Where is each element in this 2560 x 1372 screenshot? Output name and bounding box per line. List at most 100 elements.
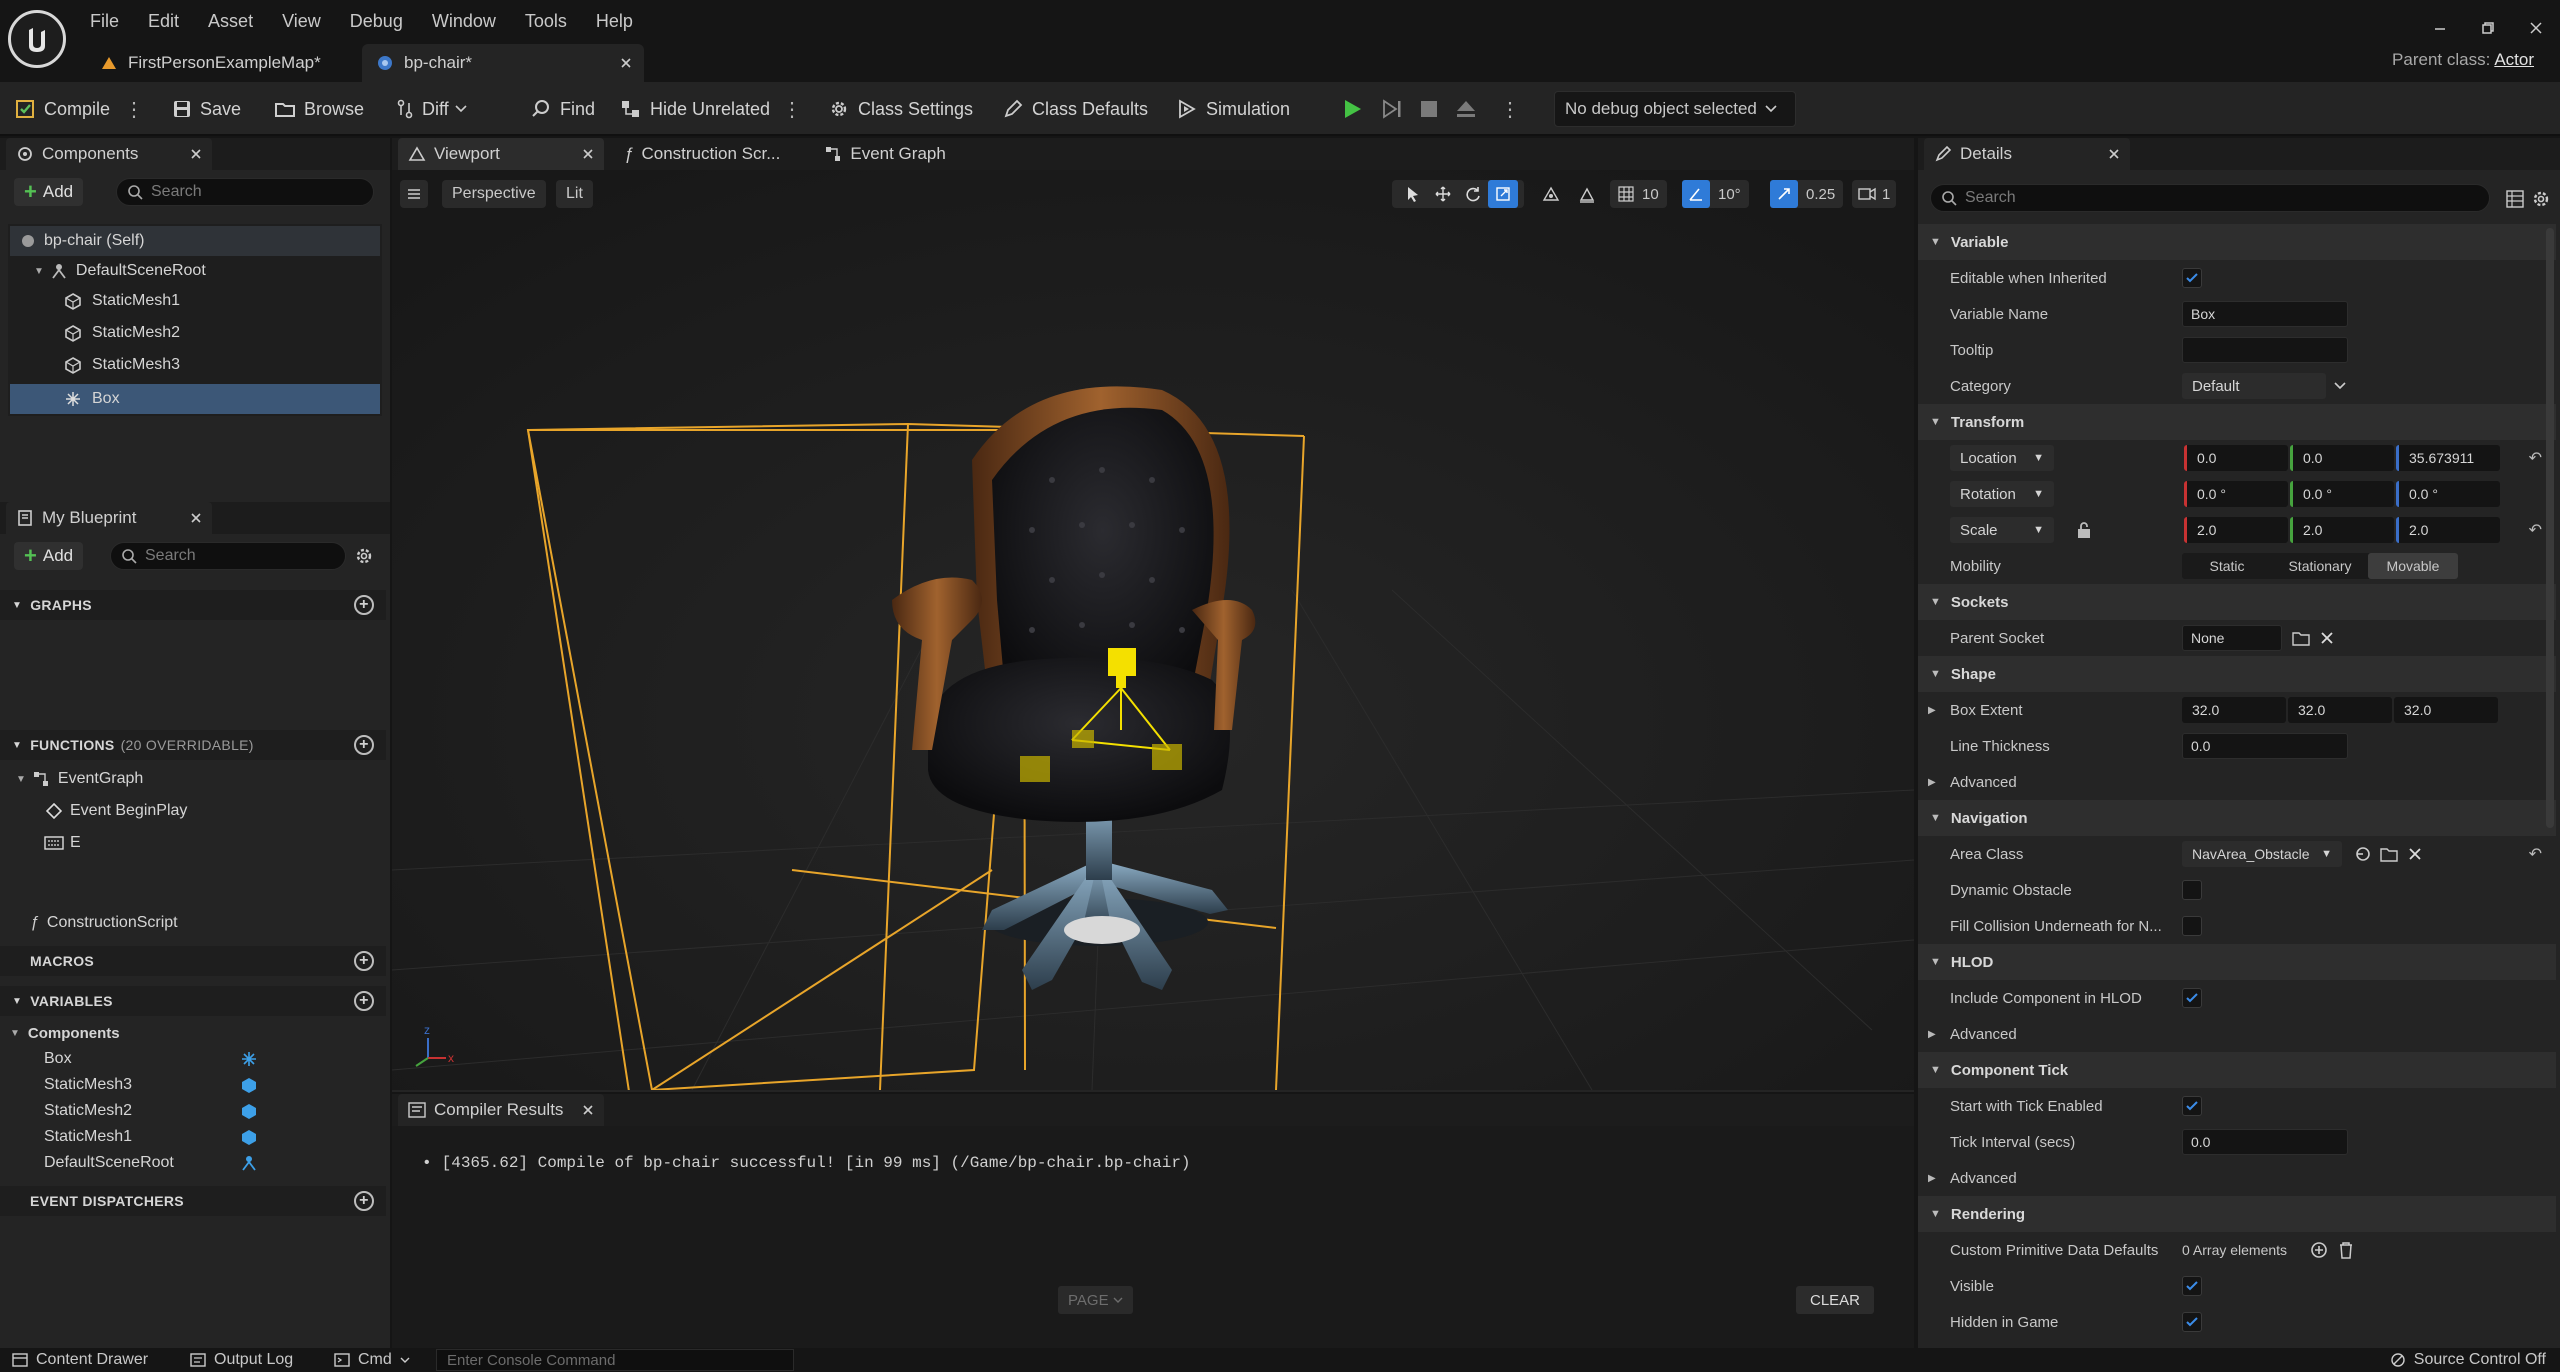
add-component-button[interactable]: + Add xyxy=(14,178,84,206)
rotate-tool-icon[interactable] xyxy=(1458,186,1488,202)
lock-icon[interactable] xyxy=(2076,521,2092,539)
step-button[interactable] xyxy=(1380,95,1412,123)
add-element-icon[interactable] xyxy=(2310,1241,2328,1259)
add-macro-icon[interactable]: + xyxy=(354,951,374,971)
play-button[interactable] xyxy=(1340,95,1372,123)
tree-item-self[interactable]: bp-chair (Self) xyxy=(20,226,144,256)
mobility-movable[interactable]: Movable xyxy=(2368,553,2458,579)
rotation-snap-button[interactable]: 10° xyxy=(1682,180,1749,208)
menu-view[interactable]: View xyxy=(282,11,321,32)
class-settings-button[interactable]: Class Settings xyxy=(828,95,973,123)
find-button[interactable]: Find xyxy=(530,95,595,123)
world-local-icon[interactable] xyxy=(1542,186,1560,204)
close-panel-icon[interactable] xyxy=(190,148,202,160)
category-sockets[interactable]: ▼ Sockets xyxy=(1918,584,2556,620)
visible-checkbox[interactable] xyxy=(2182,1276,2202,1296)
close-tab-icon[interactable] xyxy=(620,57,632,69)
section-macros[interactable]: MACROS + xyxy=(0,946,386,976)
menu-edit[interactable]: Edit xyxy=(148,11,179,32)
content-drawer-button[interactable]: Content Drawer xyxy=(12,1348,148,1372)
parent-class-link[interactable]: Actor xyxy=(2494,50,2534,69)
unreal-logo[interactable] xyxy=(8,10,66,68)
simulation-button[interactable]: Simulation xyxy=(1176,95,1290,123)
hide-unrelated-button[interactable]: Hide Unrelated xyxy=(620,95,770,123)
save-button[interactable]: Save xyxy=(172,95,241,123)
reset-arrow-icon[interactable]: ↶ xyxy=(2529,520,2542,540)
clear-button[interactable]: CLEAR xyxy=(1796,1286,1875,1314)
select-tool-icon[interactable] xyxy=(1398,186,1428,202)
clear-x-icon[interactable] xyxy=(2320,631,2334,645)
browse-asset-icon[interactable] xyxy=(2380,846,2398,862)
my-blueprint-search-input[interactable]: Search xyxy=(110,542,346,570)
row-hlod-advanced[interactable]: ▶ Advanced xyxy=(1918,1016,2556,1052)
cmd-button[interactable]: Cmd xyxy=(334,1348,410,1372)
tick-interval-input[interactable]: 0.0 xyxy=(2182,1129,2348,1155)
category-transform[interactable]: ▼ Transform xyxy=(1918,404,2556,440)
class-defaults-button[interactable]: Class Defaults xyxy=(1002,95,1148,123)
tree-item-static-mesh-2[interactable]: StaticMesh2 xyxy=(64,318,180,348)
details-tab[interactable]: Details xyxy=(1924,138,2130,170)
add-variable-icon[interactable]: + xyxy=(354,991,374,1011)
surface-snap-icon[interactable] xyxy=(1578,186,1596,204)
settings-gear-icon[interactable] xyxy=(354,546,374,566)
section-event-dispatchers[interactable]: EVENT DISPATCHERS + xyxy=(0,1186,386,1216)
browse-socket-icon[interactable] xyxy=(2292,630,2310,646)
console-command-input[interactable]: Enter Console Command xyxy=(436,1349,794,1371)
details-scrollbar[interactable] xyxy=(2546,228,2554,828)
location-x-input[interactable]: 0.0 xyxy=(2184,445,2288,471)
tab-viewport[interactable]: Viewport xyxy=(398,138,604,170)
category-hlod[interactable]: ▼ HLOD xyxy=(1918,944,2556,980)
translate-tool-icon[interactable] xyxy=(1428,186,1458,202)
category-dropdown[interactable]: Default xyxy=(2182,373,2326,399)
scale-tool-icon[interactable] xyxy=(1488,180,1518,208)
restore-icon[interactable] xyxy=(2464,8,2512,48)
add-graph-icon[interactable]: + xyxy=(354,595,374,615)
compile-button[interactable]: Compile xyxy=(14,95,110,123)
tree-item-static-mesh-1[interactable]: StaticMesh1 xyxy=(64,286,180,316)
menu-asset[interactable]: Asset xyxy=(208,11,253,32)
camera-speed-button[interactable]: 1 xyxy=(1852,180,1897,208)
chevron-down-icon[interactable] xyxy=(2334,382,2346,390)
browse-button[interactable]: Browse xyxy=(274,95,364,123)
close-tab-icon[interactable] xyxy=(582,148,594,160)
section-variables[interactable]: ▼ VARIABLES + xyxy=(0,986,386,1016)
graph-event-graph[interactable]: ▼ EventGraph xyxy=(16,764,143,794)
menu-help[interactable]: Help xyxy=(596,11,633,32)
tree-item-default-scene-root[interactable]: ▼ DefaultSceneRoot xyxy=(34,256,206,286)
category-variable[interactable]: ▼ Variable xyxy=(1918,224,2556,260)
viewport-canvas[interactable]: x z Perspective Lit 10 10° 0.25 1 xyxy=(392,170,1914,1090)
tab-event-graph[interactable]: Event Graph xyxy=(814,138,955,170)
scale-y-input[interactable]: 2.0 xyxy=(2290,517,2394,543)
reset-arrow-icon[interactable]: ↶ xyxy=(2529,844,2542,864)
category-component-tick[interactable]: ▼ Component Tick xyxy=(1918,1052,2556,1088)
rotation-x-input[interactable]: 0.0 ° xyxy=(2184,481,2288,507)
variable-default-scene-root[interactable]: DefaultSceneRoot xyxy=(44,1148,264,1178)
close-window-icon[interactable] xyxy=(2512,8,2560,48)
grid-snap-button[interactable]: 10 xyxy=(1610,180,1667,208)
category-rendering[interactable]: ▼ Rendering xyxy=(1918,1196,2556,1232)
tab-first-person-map[interactable]: FirstPersonExampleMap* xyxy=(86,44,335,82)
parent-socket-input[interactable]: None xyxy=(2182,625,2282,651)
reset-arrow-icon[interactable]: ↶ xyxy=(2529,448,2542,468)
expand-arrow-icon[interactable]: ▶ xyxy=(1928,705,1936,716)
menu-file[interactable]: File xyxy=(90,11,119,32)
location-y-input[interactable]: 0.0 xyxy=(2290,445,2394,471)
fill-collision-checkbox[interactable] xyxy=(2182,916,2202,936)
minimize-icon[interactable] xyxy=(2416,8,2464,48)
lit-button[interactable]: Lit xyxy=(556,180,593,208)
rotation-y-input[interactable]: 0.0 ° xyxy=(2290,481,2394,507)
details-search-input[interactable]: Search xyxy=(1930,184,2490,212)
add-dispatcher-icon[interactable]: + xyxy=(354,1191,374,1211)
play-options-icon[interactable]: ⋮ xyxy=(1500,95,1520,123)
components-search-input[interactable]: Search xyxy=(116,178,374,206)
mobility-stationary[interactable]: Stationary xyxy=(2272,558,2368,574)
tree-item-static-mesh-3[interactable]: StaticMesh3 xyxy=(64,350,180,380)
section-graphs[interactable]: ▼ GRAPHS + xyxy=(0,590,386,620)
mobility-static[interactable]: Static xyxy=(2182,558,2272,574)
menu-window[interactable]: Window xyxy=(432,11,496,32)
scale-x-input[interactable]: 2.0 xyxy=(2184,517,2288,543)
rotation-z-input[interactable]: 0.0 ° xyxy=(2396,481,2500,507)
scale-snap-button[interactable]: 0.25 xyxy=(1770,180,1844,208)
line-thickness-input[interactable]: 0.0 xyxy=(2182,733,2348,759)
use-selected-icon[interactable] xyxy=(2354,845,2372,863)
